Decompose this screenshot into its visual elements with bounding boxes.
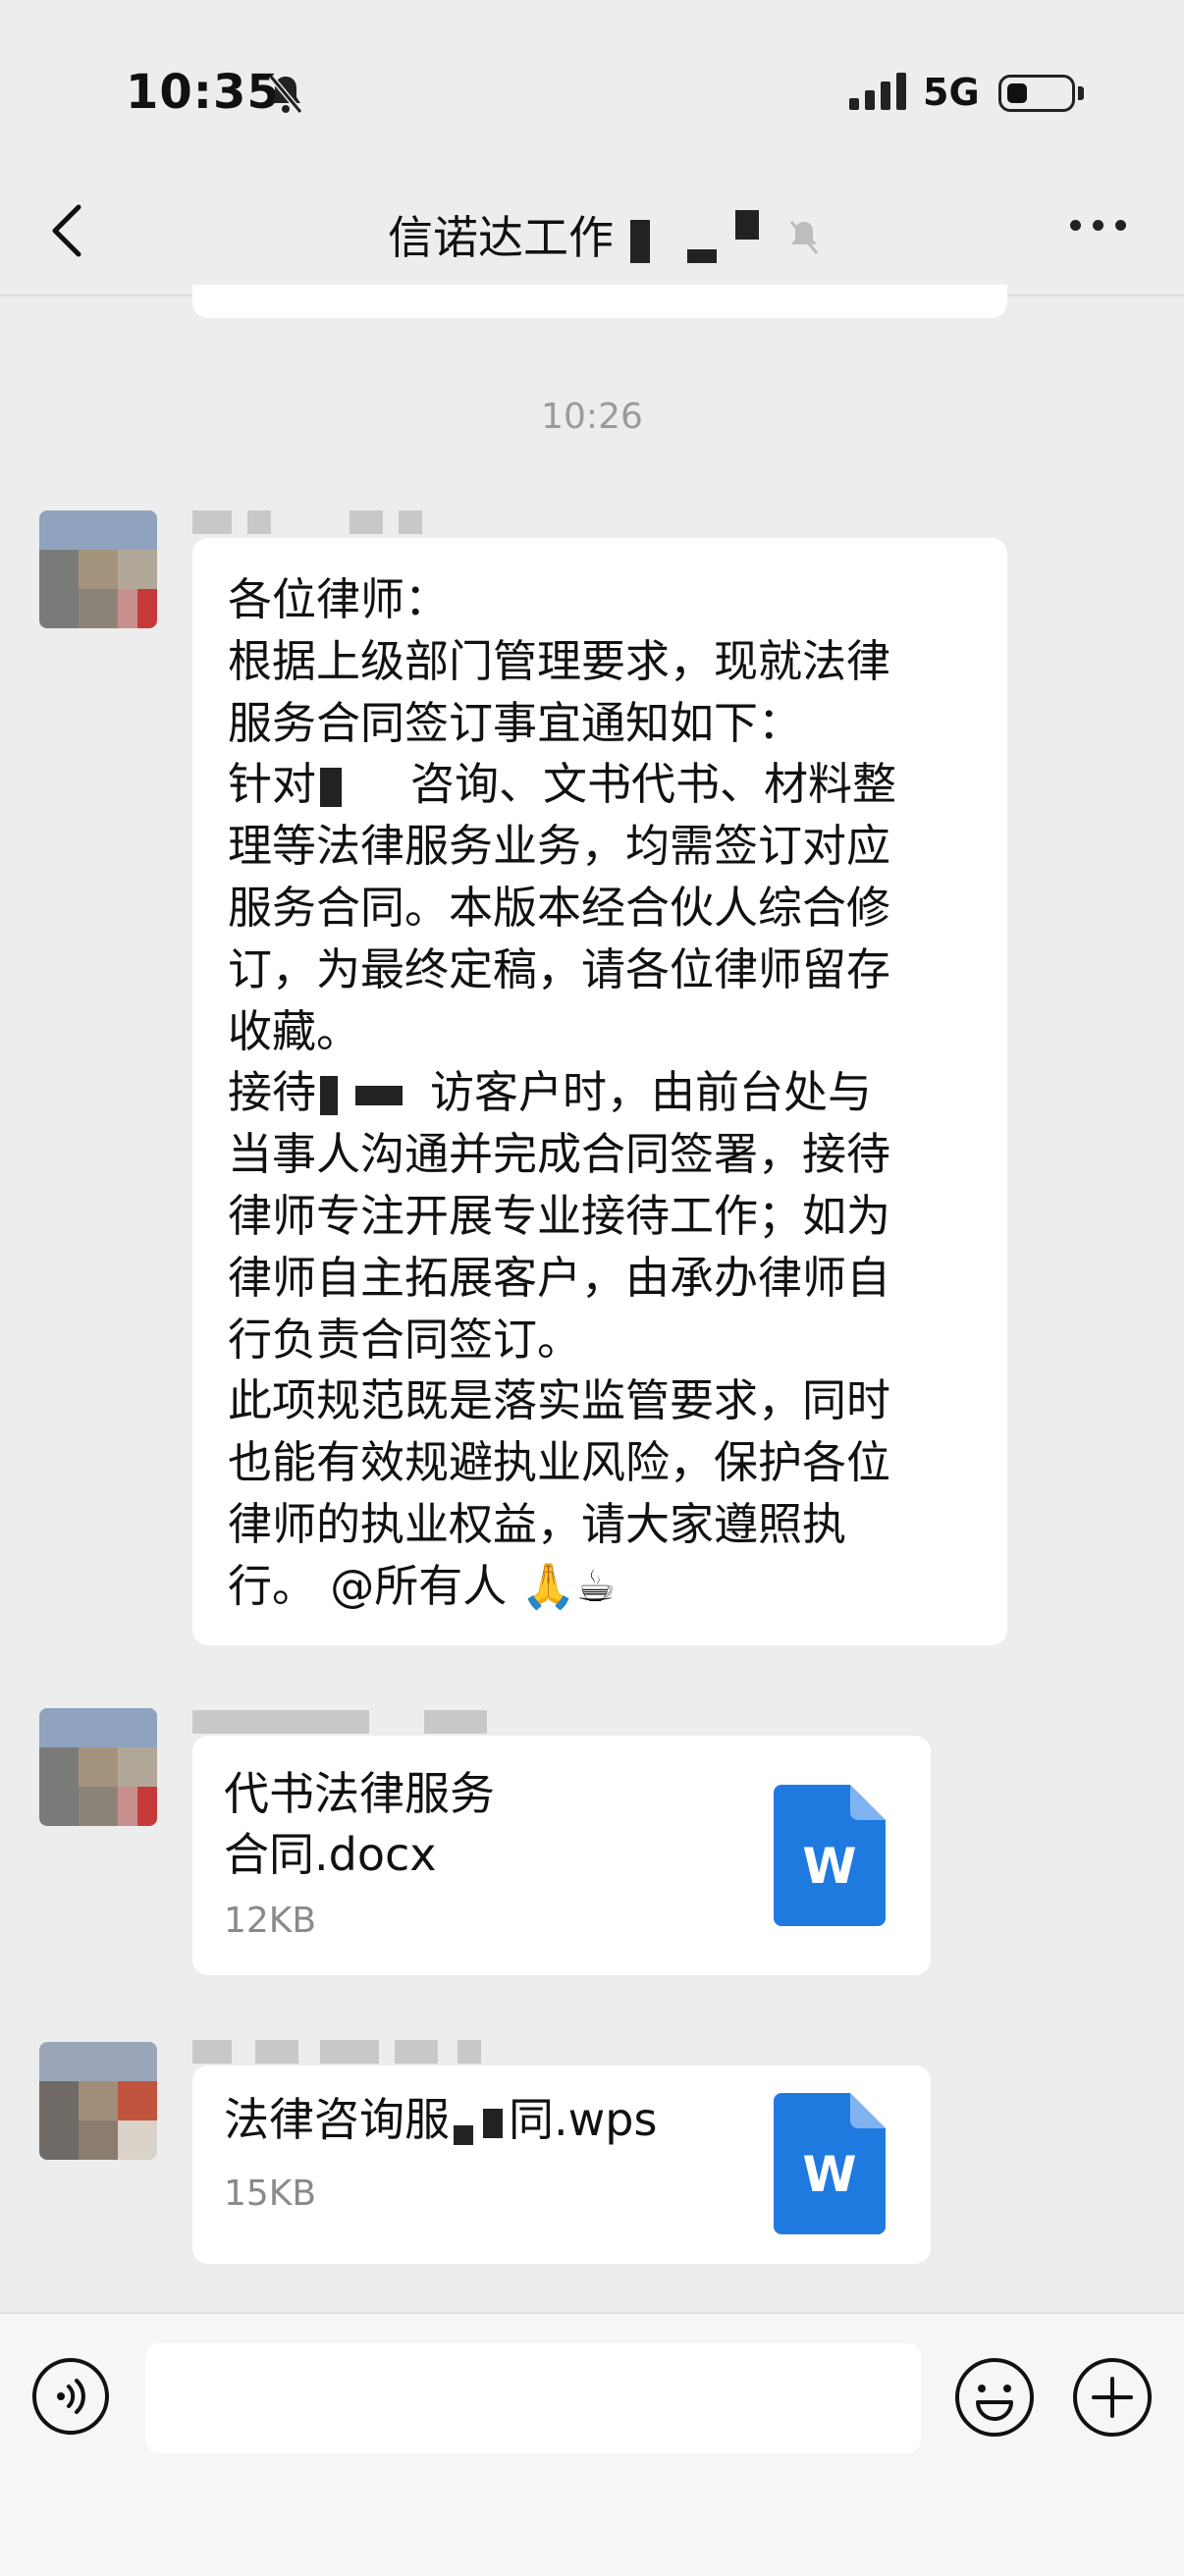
file-name-fragment: 法律咨询服 — [224, 2093, 450, 2146]
avatar[interactable] — [39, 510, 157, 628]
redaction-mask — [687, 249, 718, 263]
message-line: 收藏。 — [228, 1004, 361, 1057]
file-size: 12KB — [224, 1901, 317, 1941]
back-button[interactable] — [45, 201, 94, 260]
redaction-mask — [454, 2125, 473, 2145]
message-fragment: 针对 — [228, 758, 317, 811]
message-line: 律师的执业权益，请大家遵照执 — [228, 1497, 847, 1550]
avatar[interactable] — [39, 1708, 157, 1826]
file-name-line: 代书法律服务 — [224, 1767, 495, 1820]
message-line: 行。 @所有人 🙏☕ — [228, 1556, 974, 1618]
message-line: 服务合同签订事宜通知如下： — [228, 696, 803, 749]
battery-icon — [998, 75, 1084, 112]
chat-title: 信诺达工作 — [388, 202, 821, 268]
redaction-mask — [320, 1076, 339, 1116]
message-line: 接待 访客户时，由前台处与 — [228, 1062, 974, 1124]
avatar[interactable] — [39, 2042, 157, 2160]
file-name: 代书法律服务 合同.docx — [224, 1763, 734, 1885]
chat-header: 信诺达工作 — [0, 157, 1184, 296]
emoji-button[interactable] — [954, 2357, 1035, 2438]
mute-bell-icon — [267, 73, 304, 120]
file-message-docx[interactable]: 代书法律服务 合同.docx 12KB W — [192, 1736, 931, 1975]
file-name-line: 法律咨询服 同.wps — [224, 2089, 734, 2150]
emoji-pray-coffee-icon: 🙏☕ — [520, 1559, 616, 1612]
message-line: 针对 咨询、文书代书、材料整 — [228, 754, 974, 816]
notice-message-text: 各位律师： 根据上级部门管理要求，现就法律 服务合同签订事宜通知如下： 针对 咨询… — [228, 569, 974, 1618]
redaction-mask — [483, 2108, 503, 2138]
message-line: 律师专注开展专业接待工作；如为 — [228, 1189, 891, 1242]
file-message-wps[interactable]: 法律咨询服 同.wps 15KB W — [192, 2066, 931, 2264]
more-functions-button[interactable] — [1072, 2357, 1153, 2438]
chat-input-bar — [0, 2312, 1184, 2576]
status-time: 10:35 — [126, 65, 281, 120]
plus-icon — [1073, 2358, 1152, 2437]
file-name-line: 合同.docx — [224, 1828, 437, 1881]
svg-text:W: W — [802, 2146, 856, 2203]
more-dot-icon — [1070, 220, 1081, 231]
mute-icon — [787, 215, 821, 268]
redaction-mask — [320, 768, 343, 808]
message-fragment: 接待 — [228, 1066, 317, 1119]
message-line: 各位律师： — [228, 573, 450, 625]
more-dot-icon — [1115, 220, 1126, 231]
more-dot-icon — [1093, 220, 1103, 231]
voice-icon — [32, 2358, 109, 2435]
voice-input-button[interactable] — [31, 2357, 110, 2436]
file-name-fragment: 同.wps — [509, 2093, 658, 2146]
network-type: 5G — [923, 71, 980, 114]
chevron-left-icon — [52, 204, 81, 257]
word-document-icon: W — [774, 2093, 886, 2234]
message-line: 根据上级部门管理要求，现就法律 — [228, 634, 891, 687]
svg-text:W: W — [802, 1838, 856, 1895]
notice-message-bubble[interactable]: 各位律师： 根据上级部门管理要求，现就法律 服务合同签订事宜通知如下： 针对 咨询… — [192, 538, 1007, 1645]
file-size: 15KB — [224, 2174, 317, 2214]
message-fragment: 咨询、文书代书、材料整 — [410, 758, 897, 811]
previous-message-bubble — [192, 285, 1007, 318]
message-line: 也能有效规避执业风险，保护各位 — [228, 1436, 891, 1489]
message-line: 律师自主拓展客户，由承办律师自 — [228, 1251, 891, 1304]
message-line: 订，为最终定稿，请各位律师留存 — [228, 942, 891, 995]
chat-title-text: 信诺达工作 — [388, 211, 614, 264]
message-fragment: 行。 @所有人 — [228, 1559, 508, 1612]
message-line: 理等法律服务业务，均需签订对应 — [228, 820, 891, 873]
file-name: 法律咨询服 同.wps — [224, 2089, 734, 2150]
signal-icon — [849, 73, 908, 114]
message-line: 服务合同。本版本经合伙人综合修 — [228, 881, 891, 934]
redaction-mask — [355, 1086, 404, 1106]
message-fragment: 访客户时，由前台处与 — [430, 1066, 873, 1119]
redaction-mask — [734, 210, 759, 240]
message-line: 行负责合同签订。 — [228, 1313, 582, 1366]
more-options-button[interactable] — [1070, 216, 1138, 235]
redaction-mask — [629, 219, 650, 263]
word-document-icon: W — [774, 1785, 886, 1926]
message-line: 当事人沟通并完成合同签署，接待 — [228, 1128, 891, 1181]
smiley-icon — [955, 2358, 1034, 2437]
message-line: 此项规范既是落实监管要求，同时 — [228, 1374, 891, 1427]
message-timestamp: 10:26 — [541, 397, 643, 437]
message-input[interactable] — [145, 2343, 921, 2453]
